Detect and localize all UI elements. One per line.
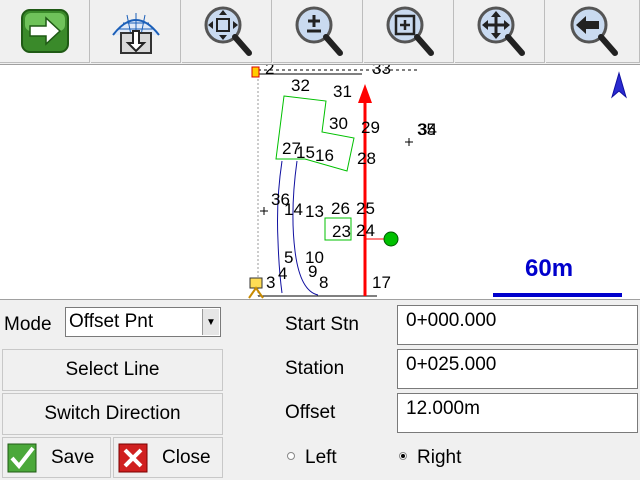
point-label: 17 — [372, 273, 391, 292]
north-arrow-icon — [611, 71, 627, 99]
zoom-window-icon — [386, 6, 434, 56]
back-arrow-icon — [570, 6, 618, 56]
point-label: 33 — [372, 65, 391, 78]
zoom-extents-button[interactable] — [182, 0, 272, 63]
mode-label: Mode — [4, 314, 52, 335]
close-icon — [118, 443, 148, 472]
point-cross — [260, 207, 268, 215]
point-label: 3 — [266, 273, 275, 292]
point-label: 15 — [296, 143, 315, 162]
point-label: 30 — [329, 114, 348, 133]
point-label: 31 — [333, 82, 352, 101]
right-radio-label[interactable]: Right — [417, 447, 461, 469]
back-button[interactable] — [546, 0, 640, 63]
right-radio[interactable] — [399, 452, 407, 460]
point-label: 4 — [278, 264, 287, 283]
offset-label: Offset — [285, 402, 336, 423]
toolbar — [0, 0, 640, 64]
save-button-label: Save — [51, 446, 95, 468]
zoom-in-out-icon — [295, 6, 343, 56]
point-label: 34 — [418, 120, 437, 139]
point-cross — [405, 138, 413, 146]
control-marker — [251, 66, 260, 78]
point-label: 13 — [305, 202, 324, 221]
total-station-icon — [248, 277, 264, 299]
map-canvas: 60m 2 32 31 33 30 29 35 34 27 15 16 28 3… — [248, 65, 627, 299]
download-map-icon — [111, 13, 160, 54]
zoom-window-button[interactable] — [364, 0, 454, 63]
zoom-in-out-button[interactable] — [273, 0, 363, 63]
close-button[interactable]: Close — [113, 437, 223, 478]
point-label: 9 — [308, 262, 317, 281]
checkmark-icon — [7, 443, 37, 472]
station-label: Station — [285, 358, 345, 379]
next-button[interactable] — [0, 0, 90, 63]
route-arrow — [358, 84, 372, 103]
mode-select[interactable]: Offset Pnt ▼ — [65, 307, 221, 337]
point-label: 25 — [356, 199, 375, 218]
point-label: 26 — [331, 199, 350, 218]
left-radio-label[interactable]: Left — [305, 447, 337, 469]
point-label: 16 — [315, 146, 334, 165]
start-stn-label: Start Stn — [285, 314, 359, 335]
start-stn-field[interactable]: 0+000.000 — [397, 305, 638, 345]
close-button-label: Close — [162, 446, 211, 468]
point-label: 2 — [265, 65, 274, 78]
mode-select-value: Offset Pnt — [69, 311, 154, 332]
point-label: 32 — [291, 76, 310, 95]
point-label: 8 — [319, 273, 328, 292]
chevron-down-icon[interactable]: ▼ — [202, 309, 219, 335]
save-button[interactable]: Save — [2, 437, 111, 478]
pan-icon — [477, 6, 525, 56]
point-label: 24 — [356, 221, 375, 240]
select-line-button[interactable]: Select Line — [2, 349, 223, 391]
pan-button[interactable] — [455, 0, 545, 63]
target-point — [383, 231, 399, 247]
switch-direction-button[interactable]: Switch Direction — [2, 393, 223, 435]
point-label: 29 — [361, 118, 380, 137]
scale-label: 60m — [525, 255, 573, 282]
next-arrow-icon — [20, 9, 69, 53]
load-map-button[interactable] — [91, 0, 181, 63]
station-field[interactable]: 0+025.000 — [397, 349, 638, 389]
point-label: 23 — [332, 222, 351, 241]
point-label: 28 — [357, 149, 376, 168]
zoom-extents-icon — [204, 6, 252, 56]
point-label: 14 — [284, 200, 303, 219]
left-radio[interactable] — [287, 452, 295, 460]
map-view[interactable]: 60m 2 32 31 33 30 29 35 34 27 15 16 28 3… — [0, 64, 640, 300]
offset-field[interactable]: 12.000m — [397, 393, 638, 433]
